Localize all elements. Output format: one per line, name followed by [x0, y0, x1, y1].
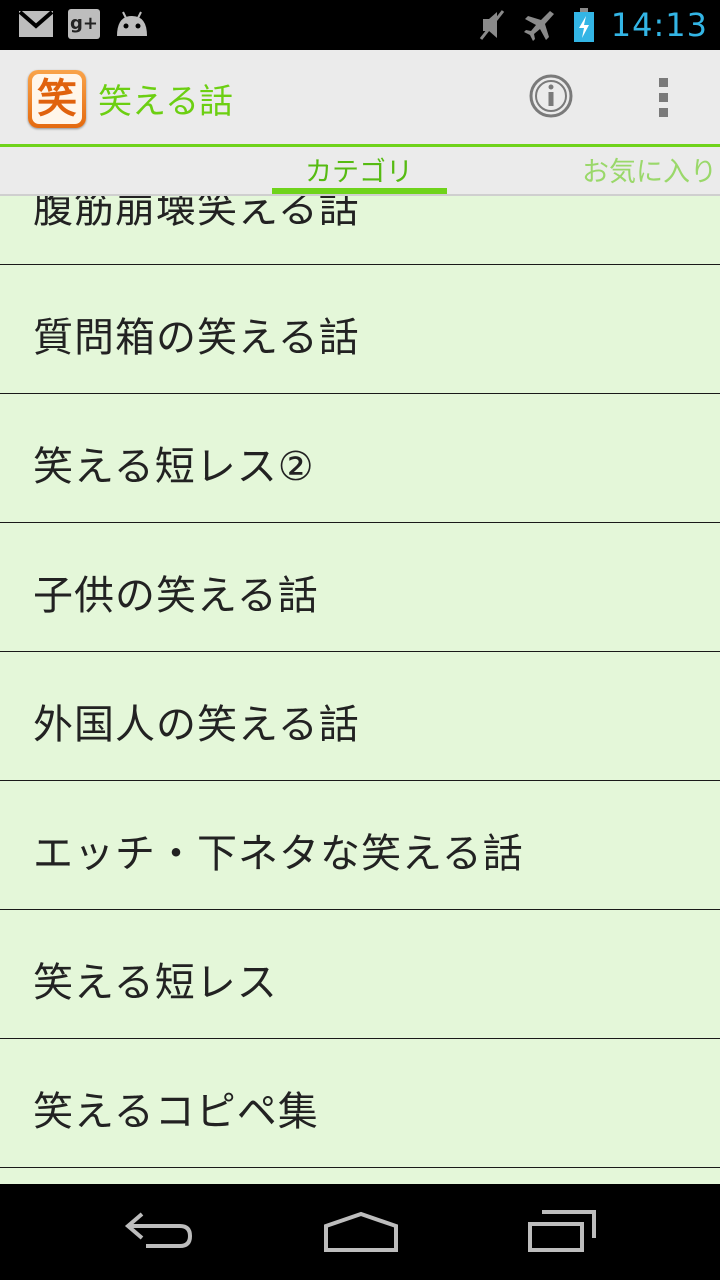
airplane-icon: [523, 11, 554, 41]
gmail-icon: [18, 10, 54, 37]
list-item-label: 子供の笑える話: [33, 573, 319, 619]
list-divider: [0, 194, 720, 196]
app-icon-glyph: 笑: [32, 74, 82, 124]
category-list[interactable]: 腹筋崩壊笑える話 質問箱の笑える話 笑える短レス② 子供の笑える話 外国人の笑え…: [0, 194, 720, 1184]
google-plus-icon: g+: [68, 9, 100, 39]
list-item[interactable]: 笑える短レス②: [0, 394, 720, 523]
recent-apps-icon[interactable]: [526, 1208, 598, 1254]
list-item-label: エッチ・下ネタな笑える話: [33, 831, 524, 877]
app-icon[interactable]: 笑: [28, 70, 86, 128]
list-item[interactable]: 笑えるコピペ集: [0, 1039, 720, 1168]
list-item-label: 腹筋崩壊笑える話: [33, 194, 360, 232]
list-item-label: 質問箱の笑える話: [33, 315, 360, 361]
info-icon[interactable]: [529, 74, 573, 118]
status-bar: g+ 14:13: [0, 0, 720, 50]
tab-favorites[interactable]: お気に入り: [582, 150, 717, 189]
clock: 14:13: [610, 6, 708, 44]
battery-charging-icon: [573, 8, 594, 42]
tab-category[interactable]: カテゴリ: [305, 150, 413, 189]
overflow-menu-icon[interactable]: [644, 72, 684, 122]
app-title: 笑える話: [98, 82, 233, 122]
list-item[interactable]: 外国人の笑える話: [0, 652, 720, 781]
list-item[interactable]: 子供の笑える話: [0, 523, 720, 652]
list-item[interactable]: エッチ・下ネタな笑える話: [0, 781, 720, 910]
home-icon[interactable]: [322, 1208, 400, 1254]
list-item-label: 笑える短レス②: [33, 444, 315, 490]
list-item-label: 笑える短レス: [33, 960, 278, 1006]
list-item[interactable]: 笑える短レス: [0, 910, 720, 1039]
tab-bar: カテゴリ お気に入り: [0, 144, 720, 194]
list-item[interactable]: 質問箱の笑える話: [0, 265, 720, 394]
navigation-bar: [0, 1184, 720, 1280]
list-item-label: 外国人の笑える話: [33, 702, 360, 748]
mute-icon: [479, 10, 504, 40]
android-icon: [117, 11, 147, 36]
action-bar: 笑 笑える話: [0, 50, 720, 144]
list-item[interactable]: 腹筋崩壊笑える話: [0, 194, 720, 265]
list-item-label: 笑えるコピペ集: [33, 1089, 319, 1135]
back-icon[interactable]: [124, 1208, 196, 1252]
